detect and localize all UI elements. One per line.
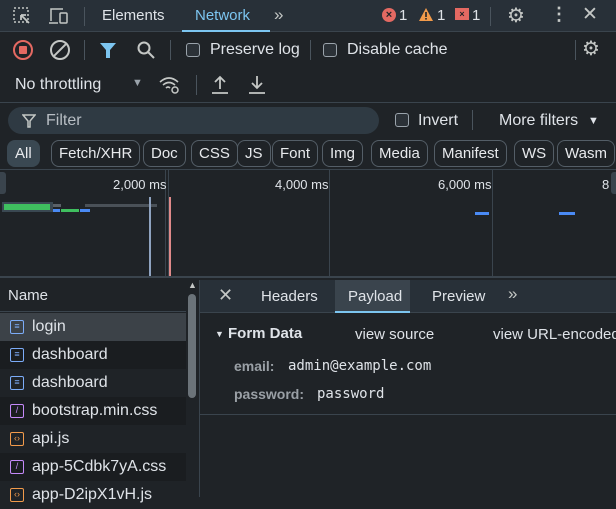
error-icon[interactable]: × (382, 8, 396, 22)
invert-checkbox[interactable] (395, 113, 409, 127)
tab-preview[interactable]: Preview (432, 288, 485, 305)
import-har-icon[interactable] (210, 74, 230, 96)
overview-tick: 6,000 ms (438, 177, 492, 192)
request-name: bootstrap.min.css (32, 402, 158, 419)
more-detail-tabs-icon[interactable]: » (508, 284, 517, 304)
type-filter-all[interactable]: All (7, 140, 40, 167)
filter-placeholder: Filter (46, 112, 82, 129)
request-row[interactable]: / bootstrap.min.css (0, 397, 186, 425)
type-filter-js[interactable]: JS (237, 140, 271, 167)
more-filters-arrow-icon[interactable]: ▼ (588, 115, 599, 127)
script-icon: ‹› (10, 432, 24, 446)
throttling-select[interactable]: No throttling (15, 76, 101, 94)
field-value: password (317, 386, 385, 402)
dom-content-loaded-marker (149, 197, 151, 276)
stylesheet-icon: / (10, 404, 24, 418)
dropdown-arrow-icon[interactable]: ▼ (132, 77, 143, 89)
tab-payload[interactable]: Payload (348, 288, 402, 305)
type-filter-media[interactable]: Media (371, 140, 428, 167)
view-source-link[interactable]: view source (355, 326, 434, 343)
collapse-triangle-icon[interactable]: ▼ (215, 329, 224, 339)
type-filter-font[interactable]: Font (272, 140, 319, 167)
throttling-toolbar: No throttling ▼ (0, 68, 616, 103)
overview-tick: 4,000 ms (275, 177, 329, 192)
request-name: dashboard (32, 346, 108, 363)
issues-icon[interactable]: × (455, 8, 469, 20)
form-data-section-title[interactable]: Form Data (228, 325, 302, 342)
type-filter-ws[interactable]: WS (514, 140, 555, 167)
request-row[interactable]: ≡ dashboard (0, 369, 186, 397)
disable-cache-checkbox[interactable] (323, 43, 337, 57)
more-tabs-icon[interactable]: » (274, 5, 283, 25)
request-row[interactable]: ‹› api.js (0, 425, 186, 453)
network-toolbar: Preserve log Disable cache ⚙ (0, 32, 616, 68)
issues-count[interactable]: 1 (472, 7, 480, 24)
overview-left-handle[interactable] (0, 172, 6, 194)
view-url-encoded-link[interactable]: view URL-encoded (493, 326, 616, 343)
search-icon[interactable] (136, 40, 156, 60)
export-har-icon[interactable] (247, 74, 267, 96)
clear-icon[interactable] (50, 40, 70, 60)
load-marker (169, 197, 171, 276)
network-conditions-icon[interactable] (158, 75, 182, 95)
filter-icon[interactable] (99, 41, 117, 59)
settings-icon[interactable]: ⚙ (507, 3, 525, 28)
disable-cache-label[interactable]: Disable cache (347, 41, 448, 59)
overview-bar (4, 204, 50, 210)
warning-count[interactable]: 1 (437, 7, 445, 24)
tab-elements[interactable]: Elements (102, 7, 165, 24)
overview-tick: 8 (602, 177, 610, 192)
request-name: dashboard (32, 374, 108, 391)
request-row[interactable]: ≡ dashboard (0, 341, 186, 369)
inspect-element-icon[interactable] (12, 6, 32, 26)
type-filter-fetch-xhr[interactable]: Fetch/XHR (51, 140, 141, 167)
request-name: app-D2ipX1vH.js (32, 486, 153, 503)
request-row[interactable]: ‹› app-D2ipX1vH.js (0, 481, 186, 509)
document-icon: ≡ (10, 348, 24, 362)
type-filter-css[interactable]: CSS (191, 140, 238, 167)
name-column-header[interactable]: Name (8, 287, 48, 304)
close-devtools-icon[interactable]: ✕ (582, 3, 598, 26)
stylesheet-icon: / (10, 460, 24, 474)
preserve-log-checkbox[interactable] (186, 43, 200, 57)
invert-label[interactable]: Invert (418, 112, 458, 130)
field-key: password: (234, 386, 305, 402)
request-name: app-5Cdbk7yA.css (32, 458, 167, 475)
document-icon: ≡ (10, 376, 24, 390)
request-details: ✕ Headers Payload Preview » ▼ Form Data … (200, 280, 616, 497)
preserve-log-label[interactable]: Preserve log (210, 41, 300, 59)
script-icon: ‹› (10, 488, 24, 502)
device-toolbar-icon[interactable] (48, 6, 70, 26)
request-list-scrollbar[interactable]: ▲ (186, 280, 200, 497)
tab-headers[interactable]: Headers (261, 288, 318, 305)
field-value: admin@example.com (288, 358, 432, 374)
overview-tick: 2,000 ms (113, 177, 167, 192)
filter-funnel-icon (22, 114, 36, 128)
request-name: api.js (32, 430, 70, 447)
type-filter-img[interactable]: Img (322, 140, 364, 167)
overview-right-handle[interactable] (611, 172, 616, 194)
tab-network[interactable]: Network (195, 7, 250, 24)
devtools-tabbar: Elements Network » × 1 1 × 1 ⚙ ⋮ ✕ (0, 0, 616, 32)
error-count[interactable]: 1 (399, 7, 407, 24)
request-list: Name ≡ login ≡ dashboard ≡ dashboard / boots… (0, 280, 186, 503)
network-settings-icon[interactable]: ⚙ (582, 36, 600, 61)
request-name: login (32, 318, 66, 335)
request-row[interactable]: / app-5Cdbk7yA.css (0, 453, 186, 481)
more-filters-button[interactable]: More filters (499, 112, 578, 130)
close-details-icon[interactable]: ✕ (218, 285, 233, 306)
filter-input[interactable]: Filter (8, 107, 379, 134)
more-options-icon[interactable]: ⋮ (550, 4, 568, 25)
type-filter-manifest[interactable]: Manifest (434, 140, 507, 167)
request-row[interactable]: ≡ login (0, 313, 186, 341)
document-icon: ≡ (10, 320, 24, 334)
warning-icon[interactable] (418, 7, 434, 22)
stop-recording-icon[interactable] (13, 40, 33, 60)
type-filter-wasm[interactable]: Wasm (557, 140, 615, 167)
type-filter-doc[interactable]: Doc (143, 140, 186, 167)
field-key: email: (234, 358, 275, 374)
